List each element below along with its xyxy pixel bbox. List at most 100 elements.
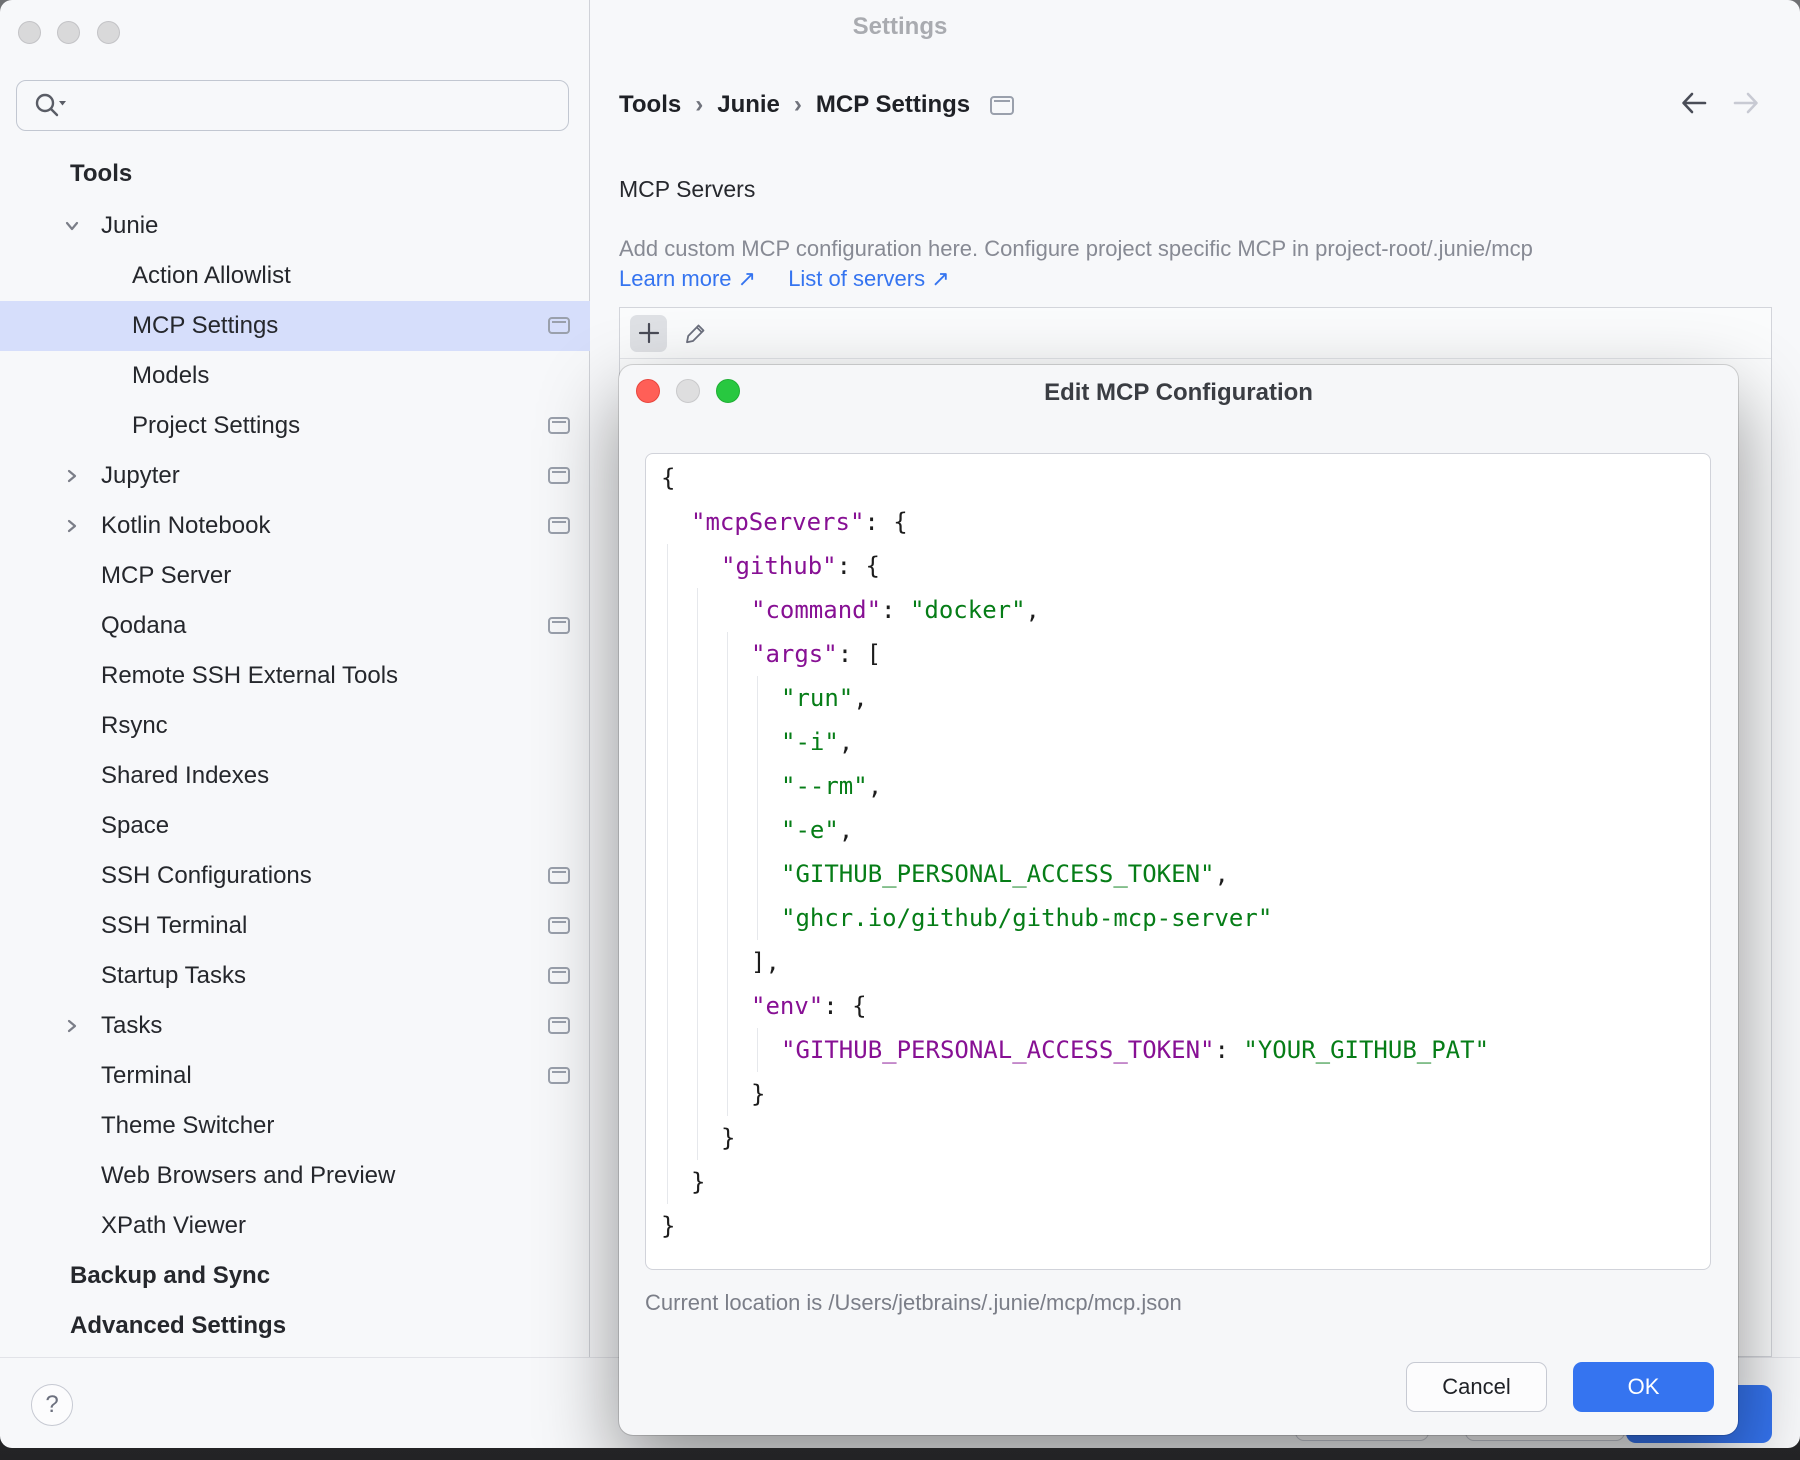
sidebar-item-jupyter[interactable]: Jupyter bbox=[0, 451, 590, 501]
breadcrumb-item-tools[interactable]: Tools bbox=[619, 91, 681, 119]
plus-icon bbox=[638, 322, 660, 344]
history-nav bbox=[1680, 90, 1760, 116]
sidebar-item-label: Kotlin Notebook bbox=[101, 512, 270, 540]
back-arrow-icon[interactable] bbox=[1680, 90, 1708, 116]
breadcrumb-item-junie[interactable]: Junie bbox=[717, 91, 780, 119]
breadcrumb-item-mcp-settings[interactable]: MCP Settings bbox=[816, 91, 970, 119]
code-line: "ghcr.io/github/github-mcp-server" bbox=[646, 896, 1710, 940]
breadcrumb-separator: › bbox=[794, 91, 802, 119]
code-line: "GITHUB_PERSONAL_ACCESS_TOKEN": "YOUR_GI… bbox=[646, 1028, 1710, 1072]
code-line: "mcpServers": { bbox=[646, 500, 1710, 544]
breadcrumb-separator: › bbox=[695, 91, 703, 119]
chevron-down-icon[interactable] bbox=[62, 216, 82, 236]
sidebar-item-action-allowlist[interactable]: Action Allowlist bbox=[0, 251, 590, 301]
settings-window: Settings ToolsJunieAction AllowlistMCP S… bbox=[0, 0, 1800, 1448]
code-line: ], bbox=[646, 940, 1710, 984]
project-monitor-icon bbox=[548, 317, 570, 334]
search-field[interactable] bbox=[16, 80, 569, 131]
sidebar-item-label: MCP Server bbox=[101, 562, 231, 590]
dialog-title: Edit MCP Configuration bbox=[619, 379, 1738, 407]
sidebar-item-shared-indexes[interactable]: Shared Indexes bbox=[0, 751, 590, 801]
ok-button[interactable]: OK bbox=[1573, 1362, 1714, 1412]
project-monitor-icon bbox=[548, 1067, 570, 1084]
sidebar-item-tools[interactable]: Tools bbox=[0, 149, 590, 199]
sidebar-item-qodana[interactable]: Qodana bbox=[0, 601, 590, 651]
sidebar-item-label: Space bbox=[101, 812, 169, 840]
sidebar-item-label: Terminal bbox=[101, 1062, 192, 1090]
sidebar-item-models[interactable]: Models bbox=[0, 351, 590, 401]
description-text: Add custom MCP configuration here. Confi… bbox=[619, 236, 1533, 262]
mcp-json-editor[interactable]: {"mcpServers": {"github": {"command": "d… bbox=[645, 453, 1711, 1270]
sidebar-item-theme-switcher[interactable]: Theme Switcher bbox=[0, 1101, 590, 1151]
sidebar-item-ssh-configurations[interactable]: SSH Configurations bbox=[0, 851, 590, 901]
settings-sidebar: ToolsJunie Action Allowlist MCP Settings Mo… bbox=[0, 0, 590, 1357]
list-of-servers-link[interactable]: List of servers ↗ bbox=[788, 266, 949, 291]
sidebar-item-web-browsers-and-preview[interactable]: Web Browsers and Preview bbox=[0, 1151, 590, 1201]
sidebar-item-backup-and-sync[interactable]: Backup and Sync bbox=[0, 1251, 590, 1301]
chevron-right-icon[interactable] bbox=[62, 516, 82, 536]
code-line: { bbox=[646, 456, 1710, 500]
config-location-text: Current location is /Users/jetbrains/.ju… bbox=[645, 1290, 1182, 1316]
project-monitor-icon bbox=[548, 867, 570, 884]
code-line: "run", bbox=[646, 676, 1710, 720]
sidebar-item-label: Advanced Settings bbox=[70, 1312, 286, 1340]
sidebar-item-label: Startup Tasks bbox=[101, 962, 246, 990]
sidebar-item-kotlin-notebook[interactable]: Kotlin Notebook bbox=[0, 501, 590, 551]
sidebar-item-label: Action Allowlist bbox=[132, 262, 291, 290]
project-monitor-icon bbox=[990, 96, 1014, 115]
add-server-button[interactable] bbox=[630, 315, 667, 352]
sidebar-item-xpath-viewer[interactable]: XPath Viewer bbox=[0, 1201, 590, 1251]
sidebar-item-junie[interactable]: Junie bbox=[0, 201, 590, 251]
sidebar-item-label: Tasks bbox=[101, 1012, 162, 1040]
project-monitor-icon bbox=[548, 467, 570, 484]
sidebar-item-label: Backup and Sync bbox=[70, 1262, 270, 1290]
code-line: } bbox=[646, 1204, 1710, 1248]
search-history-caret-icon bbox=[59, 101, 66, 106]
sidebar-item-space[interactable]: Space bbox=[0, 801, 590, 851]
sidebar-item-label: SSH Terminal bbox=[101, 912, 247, 940]
code-line: "-e", bbox=[646, 808, 1710, 852]
chevron-right-icon[interactable] bbox=[62, 466, 82, 486]
sidebar-item-terminal[interactable]: Terminal bbox=[0, 1051, 590, 1101]
project-monitor-icon bbox=[548, 617, 570, 634]
chevron-right-icon[interactable] bbox=[62, 1016, 82, 1036]
code-line: "--rm", bbox=[646, 764, 1710, 808]
code-line: "-i", bbox=[646, 720, 1710, 764]
cancel-button[interactable]: Cancel bbox=[1406, 1362, 1547, 1412]
sidebar-item-ssh-terminal[interactable]: SSH Terminal bbox=[0, 901, 590, 951]
sidebar-item-advanced-settings[interactable]: Advanced Settings bbox=[0, 1301, 590, 1351]
edit-mcp-configuration-dialog: Edit MCP Configuration {"mcpServers": {"… bbox=[619, 365, 1738, 1435]
learn-more-link[interactable]: Learn more ↗ bbox=[619, 266, 756, 291]
sidebar-item-rsync[interactable]: Rsync bbox=[0, 701, 590, 751]
sidebar-item-tasks[interactable]: Tasks bbox=[0, 1001, 590, 1051]
json-code[interactable]: {"mcpServers": {"github": {"command": "d… bbox=[646, 456, 1710, 1248]
sidebar-item-label: MCP Settings bbox=[132, 312, 278, 340]
edit-server-button[interactable] bbox=[677, 315, 714, 352]
sidebar-item-startup-tasks[interactable]: Startup Tasks bbox=[0, 951, 590, 1001]
links-row: Learn more ↗ List of servers ↗ bbox=[619, 266, 976, 292]
sidebar-item-project-settings[interactable]: Project Settings bbox=[0, 401, 590, 451]
sidebar-item-label: Models bbox=[132, 362, 209, 390]
pencil-icon bbox=[684, 321, 708, 345]
project-monitor-icon bbox=[548, 417, 570, 434]
code-line: } bbox=[646, 1116, 1710, 1160]
sidebar-item-label: Qodana bbox=[101, 612, 186, 640]
forward-arrow-icon[interactable] bbox=[1732, 90, 1760, 116]
code-line: "github": { bbox=[646, 544, 1710, 588]
sidebar-item-label: XPath Viewer bbox=[101, 1212, 246, 1240]
sidebar-item-label: SSH Configurations bbox=[101, 862, 312, 890]
project-monitor-icon bbox=[548, 517, 570, 534]
sidebar-item-mcp-server[interactable]: MCP Server bbox=[0, 551, 590, 601]
sidebar-item-remote-ssh-external-tools[interactable]: Remote SSH External Tools bbox=[0, 651, 590, 701]
sidebar-item-label: Jupyter bbox=[101, 462, 180, 490]
search-input[interactable] bbox=[67, 91, 568, 121]
sidebar-item-label: Web Browsers and Preview bbox=[101, 1162, 395, 1190]
project-monitor-icon bbox=[548, 1017, 570, 1034]
sidebar-item-label: Rsync bbox=[101, 712, 168, 740]
servers-toolbar bbox=[620, 308, 1771, 359]
code-line: "command": "docker", bbox=[646, 588, 1710, 632]
help-button[interactable]: ? bbox=[31, 1384, 73, 1426]
sidebar-item-mcp-settings[interactable]: MCP Settings bbox=[0, 301, 590, 351]
page-title: MCP Servers bbox=[619, 176, 755, 203]
search-icon bbox=[33, 91, 67, 121]
